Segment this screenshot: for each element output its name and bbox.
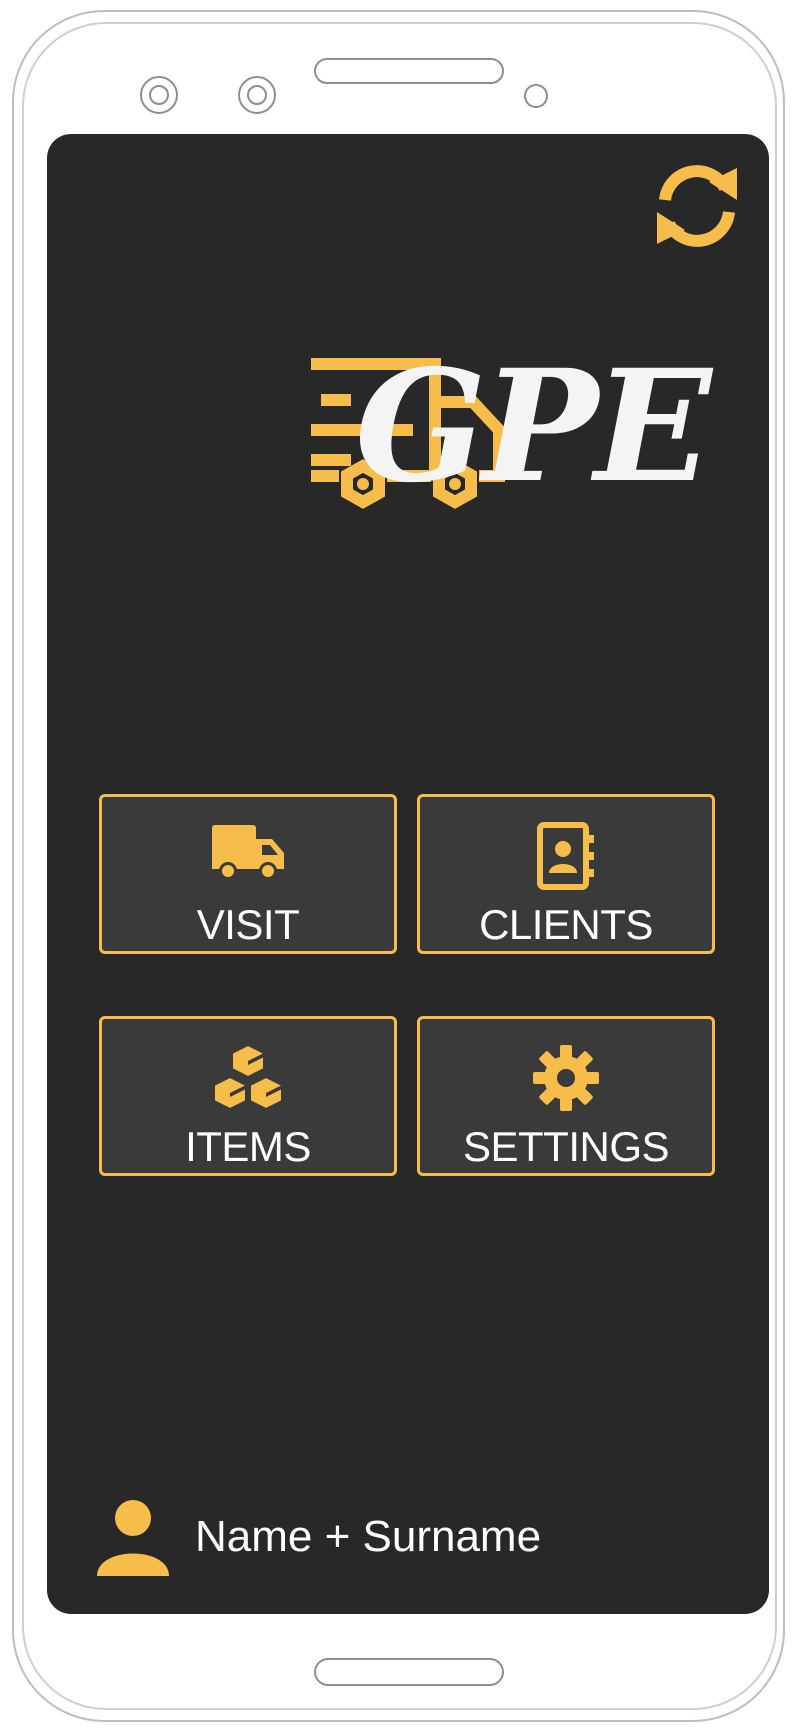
gear-icon [533, 1045, 599, 1111]
truck-icon [212, 825, 284, 880]
sync-icon [657, 165, 737, 247]
earpiece-speaker [314, 58, 504, 84]
visit-button[interactable]: VISIT [99, 794, 397, 954]
cubes-icon [213, 1044, 283, 1110]
home-button[interactable] [314, 1658, 504, 1686]
sync-button[interactable] [651, 160, 743, 252]
app-screen: GPE VISIT CLIENTS ITEMS SETTINGS Name + … [47, 134, 769, 1614]
items-button[interactable]: ITEMS [99, 1016, 397, 1176]
items-label: ITEMS [185, 1123, 311, 1170]
clients-label: CLIENTS [479, 901, 653, 948]
user-icon [97, 1500, 169, 1576]
front-camera-left [140, 76, 178, 114]
logo-text: GPE [355, 336, 712, 517]
settings-button[interactable]: SETTINGS [417, 1016, 715, 1176]
visit-label: VISIT [196, 901, 300, 948]
front-camera-right [238, 76, 276, 114]
address-book-icon [537, 822, 594, 890]
user-profile[interactable]: Name + Surname [95, 1498, 695, 1578]
settings-label: SETTINGS [462, 1123, 670, 1170]
user-name: Name + Surname [195, 1512, 542, 1561]
proximity-sensor [524, 84, 548, 108]
clients-button[interactable]: CLIENTS [417, 794, 715, 954]
